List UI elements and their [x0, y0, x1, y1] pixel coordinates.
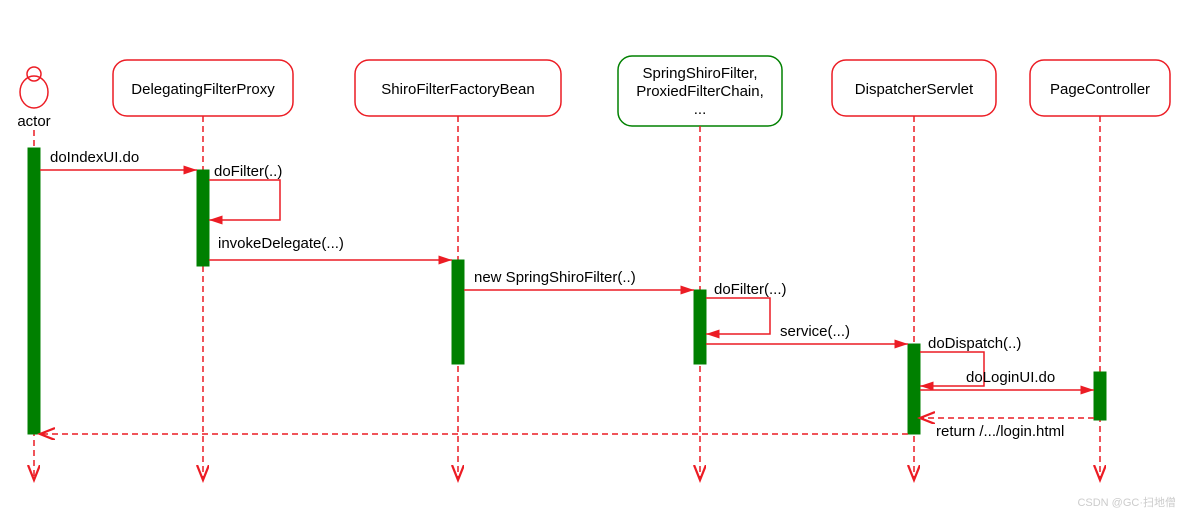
svg-text:DelegatingFilterProxy: DelegatingFilterProxy [131, 81, 275, 98]
svg-text:doDispatch(..): doDispatch(..) [928, 335, 1021, 352]
svg-text:doLoginUI.do: doLoginUI.do [966, 369, 1055, 386]
sequence-diagram: actor DelegatingFilterProxy ShiroFilterF… [0, 0, 1184, 512]
svg-text:new SpringShiroFilter(..): new SpringShiroFilter(..) [474, 269, 636, 286]
activation-actor [28, 148, 40, 434]
svg-text:doFilter(..): doFilter(..) [214, 163, 282, 180]
svg-text:invokeDelegate(...): invokeDelegate(...) [218, 235, 344, 252]
svg-text:PageController: PageController [1050, 81, 1150, 98]
participant-pagecontroller: PageController [1030, 60, 1170, 480]
svg-text:doIndexUI.do: doIndexUI.do [50, 149, 139, 166]
participant-delegatingfilterproxy: DelegatingFilterProxy [113, 60, 293, 480]
svg-text:service(...): service(...) [780, 323, 850, 340]
msg-dofilter-shiro-self [706, 298, 770, 334]
participant-dispatcherservlet: DispatcherServlet [832, 60, 996, 480]
svg-text:doFilter(...): doFilter(...) [714, 281, 787, 298]
svg-text:return /.../login.html: return /.../login.html [936, 423, 1064, 440]
msg-dofilter-self [209, 180, 280, 220]
svg-text:ProxiedFilterChain,: ProxiedFilterChain, [636, 83, 764, 100]
svg-text:...: ... [694, 101, 707, 118]
participant-actor: actor [17, 67, 50, 480]
participant-springshirofilter-group: SpringShiroFilter, ProxiedFilterChain, .… [618, 56, 782, 480]
actor-label: actor [17, 113, 50, 130]
svg-text:DispatcherServlet: DispatcherServlet [855, 81, 974, 98]
svg-text:SpringShiroFilter,: SpringShiroFilter, [642, 65, 757, 82]
svg-text:ShiroFilterFactoryBean: ShiroFilterFactoryBean [381, 81, 534, 98]
watermark: CSDN @GC·扫地僧 [1077, 496, 1176, 509]
